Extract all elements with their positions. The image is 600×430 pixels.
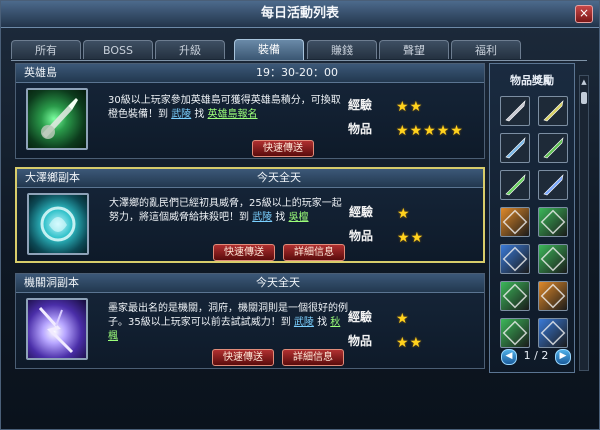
exp-label: 經驗 bbox=[349, 205, 374, 219]
star-icon: ★ bbox=[397, 206, 410, 222]
activity-name: 大澤鄉副本 bbox=[25, 171, 80, 184]
window-title: 每日活動列表 bbox=[260, 6, 339, 21]
tab-equipment[interactable]: 裝備 bbox=[234, 39, 304, 60]
green-scroll-icon[interactable] bbox=[500, 318, 530, 348]
description-text: 找 bbox=[272, 212, 289, 223]
teleport-button[interactable]: 快速傳送 bbox=[212, 349, 274, 366]
activity-description: 30級以上玩家參加英雄島可獲得英雄島積分，可換取橙色裝備！到 武陵 找 英雄島報… bbox=[108, 94, 348, 122]
ice-blade-icon[interactable] bbox=[538, 170, 568, 200]
star-icon: ★ bbox=[450, 123, 463, 139]
daily-activity-window: 每日活動列表 × 所有 BOSS 升級 裝備 賺錢 聲望 福利 英雄島 19：3… bbox=[0, 0, 600, 430]
star-icon: ★ bbox=[423, 123, 436, 139]
blue-scroll-icon[interactable] bbox=[500, 244, 530, 274]
tab-divider bbox=[11, 60, 587, 61]
teleport-button[interactable]: 快速傳送 bbox=[252, 140, 314, 157]
item-label: 物品 bbox=[348, 334, 373, 348]
tab-levelup[interactable]: 升級 bbox=[155, 40, 225, 59]
activity-name: 英雄島 bbox=[24, 66, 57, 79]
activity-name: 機關洞副本 bbox=[24, 276, 79, 289]
tab-money[interactable]: 賺錢 bbox=[307, 40, 377, 59]
swirl-emblem-icon bbox=[27, 193, 89, 255]
green-scroll-icon[interactable] bbox=[500, 281, 530, 311]
green-scroll-icon[interactable] bbox=[538, 207, 568, 237]
green-scroll-icon[interactable] bbox=[538, 244, 568, 274]
map-link[interactable]: 武陵 bbox=[171, 109, 191, 120]
teleport-button[interactable]: 快速傳送 bbox=[213, 244, 275, 261]
category-tabs: 所有 BOSS 升級 裝備 賺錢 聲望 福利 bbox=[11, 39, 521, 60]
activity-time: 今天全天 bbox=[256, 276, 300, 289]
tab-reputation[interactable]: 聲望 bbox=[379, 40, 449, 59]
star-icon: ★ bbox=[436, 123, 450, 139]
rewards-title: 物品獎勵 bbox=[510, 74, 554, 87]
scroll-up-icon[interactable]: ▲ bbox=[580, 78, 588, 86]
star-icon: ★ bbox=[396, 99, 409, 115]
reward-pager: ◀ 1 / 2 ▶ bbox=[497, 349, 573, 365]
activity-time: 今天全天 bbox=[257, 171, 301, 184]
dagger-icon[interactable] bbox=[500, 96, 530, 126]
item-stars: ★★★★★ bbox=[396, 120, 464, 138]
close-icon: × bbox=[578, 6, 590, 20]
scroll-thumb[interactable] bbox=[581, 92, 587, 104]
exp-stars: ★★ bbox=[396, 96, 423, 114]
window-titlebar[interactable]: 每日活動列表 bbox=[1, 1, 599, 28]
exp-stars: ★ bbox=[396, 308, 410, 326]
exp-label: 經驗 bbox=[348, 310, 373, 324]
tab-boss[interactable]: BOSS bbox=[83, 40, 153, 59]
activity-list: 英雄島 19：30-20：00 30級以上玩家參加英雄島可獲得英雄島積分，可換取… bbox=[15, 63, 485, 381]
activity-header: 英雄島 19：30-20：00 bbox=[16, 64, 484, 83]
details-button[interactable]: 詳細信息 bbox=[282, 349, 344, 366]
orange-scroll-icon[interactable] bbox=[500, 207, 530, 237]
blue-scroll-icon[interactable] bbox=[538, 318, 568, 348]
star-icon: ★ bbox=[409, 99, 423, 115]
activity-time: 19：30-20：00 bbox=[256, 66, 338, 79]
exp-label: 經驗 bbox=[348, 98, 373, 112]
lightning-orb-icon bbox=[26, 298, 88, 360]
orange-scroll-icon[interactable] bbox=[538, 281, 568, 311]
item-stars: ★★ bbox=[396, 332, 423, 350]
item-label: 物品 bbox=[348, 122, 373, 136]
curved-blade-icon[interactable] bbox=[500, 133, 530, 163]
jade-staff-icon[interactable] bbox=[500, 170, 530, 200]
item-label: 物品 bbox=[349, 229, 374, 243]
footer-hint bbox=[11, 393, 311, 409]
star-icon: ★ bbox=[396, 335, 409, 351]
item-stars: ★★ bbox=[397, 227, 424, 245]
page-indicator: 1 / 2 bbox=[523, 349, 549, 362]
star-icon: ★ bbox=[409, 335, 423, 351]
activity-description: 大澤鄉的亂民們已經初具威脅，25級以上的玩家一起努力，將這個威脅給抹殺吧！到 武… bbox=[109, 197, 349, 225]
activity-header: 大澤鄉副本 今天全天 bbox=[17, 169, 483, 188]
next-page-icon[interactable]: ▶ bbox=[555, 349, 571, 365]
star-icon: ★ bbox=[397, 230, 410, 246]
activity-scrollbar[interactable]: ▲ bbox=[579, 75, 589, 371]
activity-header: 機關洞副本 今天全天 bbox=[16, 274, 484, 293]
close-button[interactable]: × bbox=[575, 5, 593, 23]
map-link[interactable]: 武陵 bbox=[294, 317, 314, 328]
tab-welfare[interactable]: 福利 bbox=[451, 40, 521, 59]
sword-hand-icon bbox=[26, 88, 88, 150]
star-icon: ★ bbox=[396, 123, 409, 139]
star-icon: ★ bbox=[409, 123, 423, 139]
activity-card[interactable]: 大澤鄉副本 今天全天 大澤鄉的亂民們已經初具威脅，25級以上的玩家一起努力，將這… bbox=[15, 167, 485, 263]
npc-link[interactable]: 吳檀 bbox=[289, 212, 309, 223]
item-rewards-panel: 物品獎勵 bbox=[489, 63, 575, 373]
star-icon: ★ bbox=[396, 311, 409, 327]
activity-description: 墨家最出名的是機關，洞府，機關洞則是一個很好的例子。35級以上玩家可以前去試試威… bbox=[108, 302, 348, 344]
description-text: 找 bbox=[313, 317, 331, 328]
map-link[interactable]: 武陵 bbox=[252, 212, 272, 223]
details-button[interactable]: 詳細信息 bbox=[283, 244, 345, 261]
exp-stars: ★ bbox=[397, 203, 411, 221]
star-icon: ★ bbox=[410, 230, 424, 246]
description-text: 找 bbox=[191, 109, 208, 120]
activity-card[interactable]: 機關洞副本 今天全天 墨家最出名的是機關，洞府，機關洞則是一個很好的例子。35級… bbox=[15, 273, 485, 369]
activity-card[interactable]: 英雄島 19：30-20：00 30級以上玩家參加英雄島可獲得英雄島積分，可換取… bbox=[15, 63, 485, 159]
prev-page-icon[interactable]: ◀ bbox=[501, 349, 517, 365]
hook-sword-icon[interactable] bbox=[538, 133, 568, 163]
npc-link[interactable]: 英雄島報名 bbox=[208, 109, 258, 120]
crossed-blades-icon[interactable] bbox=[538, 96, 568, 126]
tab-all[interactable]: 所有 bbox=[11, 40, 81, 59]
